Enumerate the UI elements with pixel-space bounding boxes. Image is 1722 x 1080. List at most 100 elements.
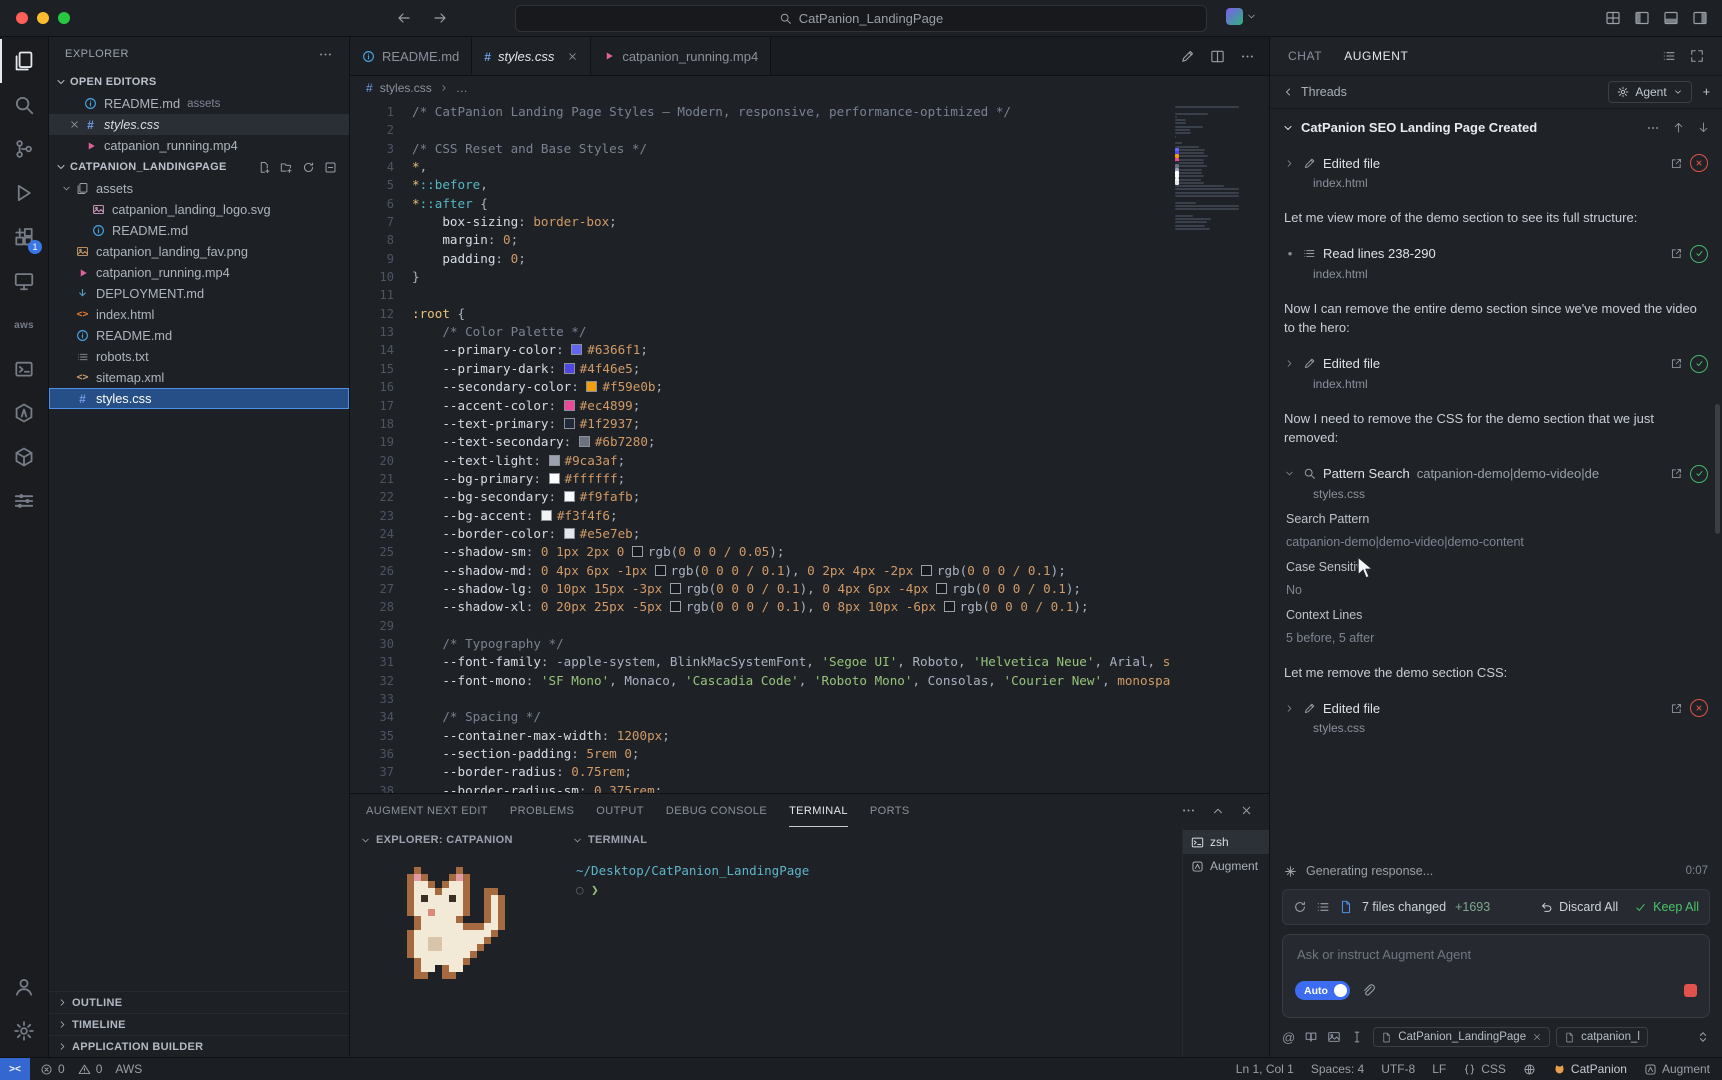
customize-layout-icon[interactable] xyxy=(1605,10,1621,26)
panel-explorer-header[interactable]: EXPLORER: CATPANION xyxy=(350,827,562,853)
code-editor[interactable]: 1/* CatPanion Landing Page Styles — Mode… xyxy=(350,100,1269,793)
scrollbar[interactable] xyxy=(1715,404,1720,534)
tree-item-catpanion_landing_logo.svg[interactable]: catpanion_landing_logo.svg xyxy=(49,199,349,220)
split-editor-icon[interactable] xyxy=(1210,49,1225,64)
toolkit-icon[interactable] xyxy=(0,347,48,391)
sync-icon[interactable] xyxy=(1293,900,1307,914)
list-view-icon[interactable] xyxy=(1316,900,1330,914)
run-debug-icon[interactable] xyxy=(0,171,48,215)
ai-edit-icon[interactable] xyxy=(1180,49,1195,64)
open-editors-header[interactable]: OPEN EDITORS xyxy=(49,71,349,93)
panel-tab-terminal[interactable]: TERMINAL xyxy=(789,794,848,827)
tree-item-index.html[interactable]: <>index.html xyxy=(49,304,349,325)
back-icon[interactable] xyxy=(396,10,412,26)
more-actions-icon[interactable] xyxy=(1240,49,1255,64)
panel-tab-ports[interactable]: PORTS xyxy=(870,794,910,827)
terminal-view[interactable]: TERMINAL ~/Desktop/CatPanion_LandingPage… xyxy=(562,827,1182,1057)
close-editor-icon[interactable] xyxy=(67,119,81,130)
status-right-spaces-4[interactable]: Spaces: 4 xyxy=(1311,1062,1364,1076)
project-header[interactable]: CATPANION_LANDINGPAGE xyxy=(49,156,349,178)
close-tab-icon[interactable] xyxy=(567,51,578,62)
zoom-window-button[interactable] xyxy=(58,12,70,24)
forward-icon[interactable] xyxy=(432,10,448,26)
open-editor-README.md[interactable]: README.mdassets xyxy=(49,93,349,114)
scroll-up-icon[interactable] xyxy=(1672,121,1685,135)
status-right-globe[interactable] xyxy=(1523,1063,1536,1076)
status-left-0[interactable]: 0 xyxy=(40,1062,65,1076)
tab-catpanion_running.mp4[interactable]: catpanion_running.mp4 xyxy=(591,37,771,75)
panel-tab-debug-console[interactable]: DEBUG CONSOLE xyxy=(666,794,767,827)
tool-call-edited-file[interactable]: Edited fileindex.html xyxy=(1272,146,1720,199)
tool-call-edited-file[interactable]: Edited fileindex.html xyxy=(1272,347,1720,400)
chevron-icon[interactable] xyxy=(1284,703,1296,714)
tree-item-sitemap.xml[interactable]: <>sitemap.xml xyxy=(49,367,349,388)
new-folder-icon[interactable] xyxy=(280,161,293,174)
stop-icon[interactable] xyxy=(1684,984,1697,997)
terminal-content[interactable]: ~/Desktop/CatPanion_LandingPage ○ ❯ xyxy=(562,853,1182,907)
status-right-lf[interactable]: LF xyxy=(1432,1062,1446,1076)
source-control-icon[interactable] xyxy=(0,127,48,171)
collapse-all-icon[interactable] xyxy=(324,161,337,174)
status-left-aws[interactable]: AWS xyxy=(115,1062,142,1076)
panel-tab-output[interactable]: OUTPUT xyxy=(596,794,644,827)
text-cursor-icon[interactable] xyxy=(1350,1030,1364,1044)
chevron-icon[interactable] xyxy=(1284,158,1296,169)
open-editor-styles.css[interactable]: #styles.css xyxy=(49,114,349,135)
panel-tab-problems[interactable]: PROBLEMS xyxy=(510,794,574,827)
keep-all-button[interactable]: Keep All xyxy=(1634,900,1699,914)
sidebar-more-icon[interactable] xyxy=(318,47,333,62)
toggle-sidebar-icon[interactable] xyxy=(1634,10,1650,26)
status-right-augment[interactable]: Augment xyxy=(1644,1062,1710,1076)
status-right-catpanion[interactable]: CatPanion xyxy=(1553,1062,1627,1076)
toggle-panel-icon[interactable] xyxy=(1663,10,1679,26)
remote-indicator[interactable]: >< xyxy=(0,1058,30,1080)
agent-input[interactable] xyxy=(1295,946,1701,963)
close-window-button[interactable] xyxy=(16,12,28,24)
sidebar-section-timeline[interactable]: TIMELINE xyxy=(49,1013,349,1035)
minimap[interactable] xyxy=(1171,100,1269,793)
tab-styles.css[interactable]: #styles.css xyxy=(472,37,591,75)
docker-icon[interactable] xyxy=(0,435,48,479)
status-left-0[interactable]: 0 xyxy=(78,1062,103,1076)
chevron-down-icon[interactable] xyxy=(59,183,73,194)
tool-call-edited-file[interactable]: Edited filestyles.css xyxy=(1272,691,1720,744)
sidebar-section-application-builder[interactable]: APPLICATION BUILDER xyxy=(49,1035,349,1057)
tree-item-catpanion_landing_fav.png[interactable]: catpanion_landing_fav.png xyxy=(49,241,349,262)
list-icon[interactable] xyxy=(1662,49,1676,63)
amazon-q-icon[interactable] xyxy=(0,391,48,435)
infrastructure-icon[interactable] xyxy=(0,479,48,523)
context-chip-catpanion_l[interactable]: catpanion_l xyxy=(1556,1027,1648,1047)
chevron-left-icon[interactable] xyxy=(1282,86,1294,98)
open-external-icon[interactable] xyxy=(1670,247,1683,260)
thread-title-row[interactable]: CatPanion SEO Landing Page Created xyxy=(1270,109,1722,144)
titlebar-extension-button[interactable] xyxy=(1226,8,1257,25)
tree-item-robots.txt[interactable]: robots.txt xyxy=(49,346,349,367)
open-external-icon[interactable] xyxy=(1670,702,1683,715)
chevron-icon[interactable] xyxy=(1284,468,1296,479)
settings-icon[interactable] xyxy=(0,1009,48,1053)
search-icon[interactable] xyxy=(0,83,48,127)
maximize-panel-icon[interactable] xyxy=(1211,804,1225,818)
thread-content[interactable]: Edited fileindex.htmlLet me view more of… xyxy=(1270,144,1722,855)
open-editor-catpanion_running.mp4[interactable]: catpanion_running.mp4 xyxy=(49,135,349,156)
auto-toggle[interactable]: Auto xyxy=(1295,981,1350,1000)
tree-item-catpanion_running.mp4[interactable]: catpanion_running.mp4 xyxy=(49,262,349,283)
tree-item-README.md[interactable]: README.md xyxy=(49,220,349,241)
file-view-icon[interactable] xyxy=(1339,900,1353,914)
mention-icon[interactable]: @ xyxy=(1282,1030,1295,1045)
terminal-header[interactable]: TERMINAL xyxy=(562,827,1182,853)
image-context-icon[interactable] xyxy=(1327,1030,1341,1044)
open-external-icon[interactable] xyxy=(1670,157,1683,170)
status-right-ln-1-col-1[interactable]: Ln 1, Col 1 xyxy=(1236,1062,1294,1076)
close-panel-icon[interactable] xyxy=(1240,804,1253,817)
remote-explorer-icon[interactable] xyxy=(0,259,48,303)
tree-item-assets[interactable]: assets xyxy=(49,178,349,199)
tree-item-styles.css[interactable]: #styles.css xyxy=(49,388,349,409)
expand-input-icon[interactable] xyxy=(1696,1030,1710,1044)
context-library-icon[interactable] xyxy=(1304,1030,1318,1044)
tool-call-pattern-search[interactable]: Pattern Searchcatpanion-demo|demo-video|… xyxy=(1272,457,1720,654)
augment-tab-augment[interactable]: AUGMENT xyxy=(1344,49,1408,63)
scroll-down-icon[interactable] xyxy=(1697,121,1710,135)
new-thread-icon[interactable]: + xyxy=(1703,85,1710,99)
open-external-icon[interactable] xyxy=(1670,467,1683,480)
